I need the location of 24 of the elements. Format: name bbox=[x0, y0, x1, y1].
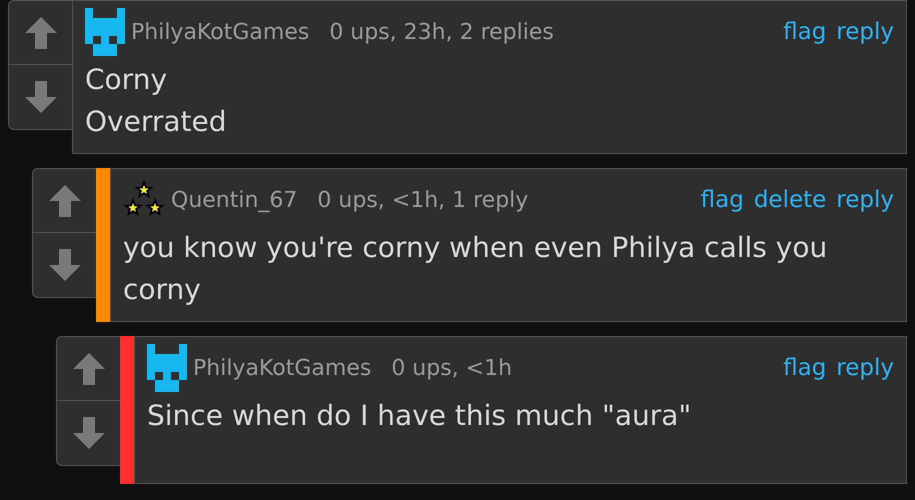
username-link[interactable]: PhilyaKotGames bbox=[131, 20, 310, 44]
comment-text: Since when do I have this much "aura" bbox=[147, 398, 692, 434]
down-arrow-icon bbox=[46, 247, 82, 283]
username-link[interactable]: PhilyaKotGames bbox=[193, 356, 372, 380]
comment-meta: 0 ups, <1h bbox=[391, 356, 512, 380]
comment-meta: 0 ups, <1h, 1 reply bbox=[317, 188, 528, 212]
up-arrow-icon bbox=[46, 182, 82, 218]
action-link[interactable]: flag bbox=[700, 187, 744, 213]
action-link[interactable]: flag bbox=[783, 355, 826, 381]
action-link[interactable]: delete bbox=[754, 187, 826, 213]
action-link[interactable]: flag bbox=[783, 19, 826, 45]
action-link[interactable]: reply bbox=[836, 187, 894, 213]
comment-text: you know you're corny when even Philya calls you corny bbox=[123, 230, 828, 308]
up-arrow-icon bbox=[22, 14, 58, 50]
up-arrow-icon bbox=[70, 350, 106, 386]
cat-avatar-icon bbox=[85, 8, 125, 56]
action-link[interactable]: reply bbox=[836, 355, 894, 381]
down-arrow-icon bbox=[70, 415, 106, 451]
comment-text: Corny Overrated bbox=[85, 62, 228, 140]
down-arrow-icon bbox=[22, 79, 58, 115]
action-link[interactable]: reply bbox=[836, 19, 894, 45]
comment-meta: 0 ups, 23h, 2 replies bbox=[329, 20, 554, 44]
username-link[interactable]: Quentin_67 bbox=[171, 188, 298, 212]
cat-avatar-icon bbox=[147, 344, 187, 392]
